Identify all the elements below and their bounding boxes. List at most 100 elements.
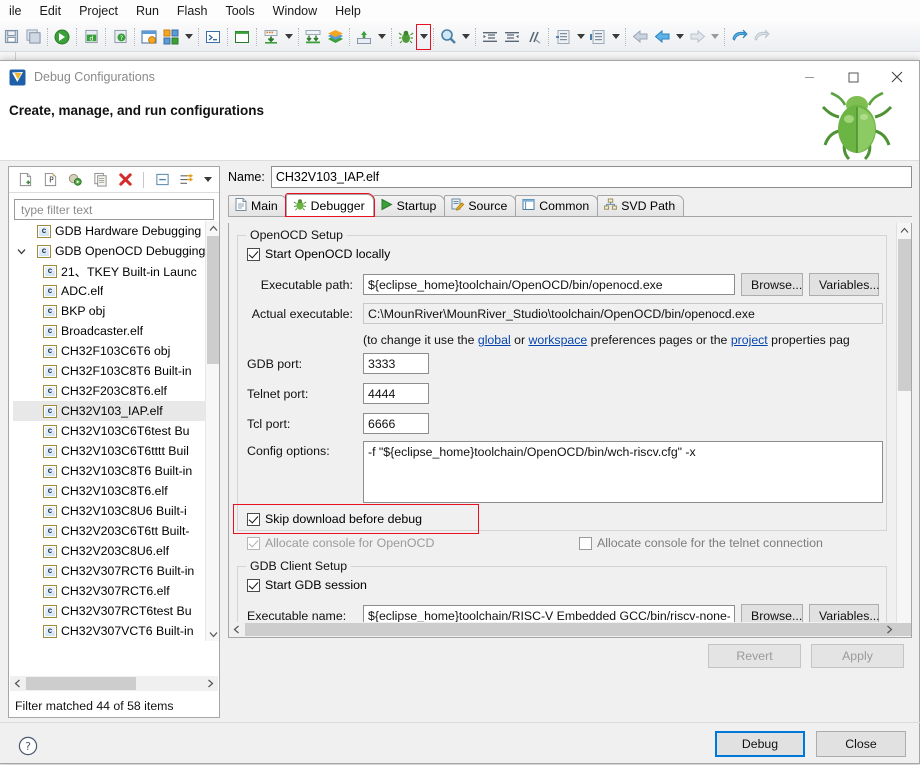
tree-item[interactable]: c CH32V307RCT6.elf bbox=[13, 581, 205, 601]
project-link[interactable]: project bbox=[731, 333, 768, 347]
debug-bug-icon[interactable] bbox=[395, 25, 417, 49]
scroll-down-icon[interactable] bbox=[206, 627, 220, 641]
forward-dropdown-caret[interactable] bbox=[708, 25, 721, 49]
save-icon[interactable] bbox=[0, 25, 22, 49]
download-icon[interactable]: d bbox=[80, 25, 102, 49]
name-input[interactable] bbox=[270, 166, 912, 188]
next-annotation-caret[interactable] bbox=[574, 25, 587, 49]
panel-hscroll-left-icon[interactable] bbox=[229, 622, 244, 637]
collapse-all-icon[interactable] bbox=[151, 169, 173, 190]
hscroll-left-icon[interactable] bbox=[10, 676, 25, 691]
tree-item[interactable]: c CH32V307RCT6test Bu bbox=[13, 601, 205, 621]
export-icon[interactable] bbox=[64, 169, 86, 190]
hscroll-right-icon[interactable] bbox=[203, 676, 218, 691]
menu-item-file[interactable]: ile bbox=[0, 2, 31, 20]
tree-vertical-scrollbar[interactable] bbox=[205, 221, 219, 641]
terminal-icon[interactable] bbox=[202, 25, 224, 49]
panel-vertical-scrollbar[interactable] bbox=[896, 223, 911, 637]
tree-horizontal-scrollbar[interactable] bbox=[10, 676, 218, 691]
indent-icon[interactable] bbox=[479, 25, 501, 49]
tree-item[interactable]: c CH32V103C8T6 Built-in bbox=[13, 461, 205, 481]
revert-button[interactable]: Revert bbox=[708, 644, 801, 668]
debug-button[interactable]: Debug bbox=[715, 731, 805, 757]
menu-item-flash[interactable]: Flash bbox=[168, 2, 217, 20]
perspective-dropdown-caret[interactable] bbox=[182, 25, 195, 49]
tree-item[interactable]: c CH32F203C8T6.elf bbox=[13, 381, 205, 401]
compile-icon[interactable] bbox=[138, 25, 160, 49]
tab-startup[interactable]: Startup bbox=[372, 195, 446, 216]
config-options-textarea[interactable]: -f "${eclipse_home}toolchain/OpenOCD/bin… bbox=[363, 441, 883, 503]
filter-input-wrap[interactable] bbox=[14, 199, 214, 220]
panel-horizontal-scrollbar[interactable] bbox=[229, 622, 911, 637]
download-multi-icon[interactable] bbox=[302, 25, 324, 49]
perspective-icon[interactable] bbox=[160, 25, 182, 49]
apply-button[interactable]: Apply bbox=[811, 644, 904, 668]
view-menu-caret[interactable] bbox=[201, 168, 214, 192]
back-dropdown-caret[interactable] bbox=[673, 25, 686, 49]
tree-item[interactable]: c CH32V103_IAP.elf bbox=[13, 401, 205, 421]
tree-item[interactable]: c CH32F103C8T6 Built-in bbox=[13, 361, 205, 381]
menu-item-help[interactable]: Help bbox=[326, 2, 370, 20]
panel-hscroll-thumb[interactable] bbox=[245, 623, 911, 636]
tab-common[interactable]: Common bbox=[515, 195, 599, 216]
run-dropdown-caret[interactable] bbox=[459, 25, 472, 49]
prev-annotation-icon[interactable] bbox=[587, 25, 609, 49]
new-prototype-icon[interactable]: P bbox=[39, 169, 61, 190]
run-icon[interactable] bbox=[437, 25, 459, 49]
info-icon[interactable]: ? bbox=[109, 25, 131, 49]
configurations-tree[interactable]: c GDB Hardware Debugging c GDB OpenOCD Debu… bbox=[13, 221, 205, 641]
filter-input[interactable] bbox=[19, 201, 209, 218]
global-link[interactable]: global bbox=[478, 333, 511, 347]
upload-dropdown-caret[interactable] bbox=[375, 25, 388, 49]
tree-item[interactable]: c Broadcaster.elf bbox=[13, 321, 205, 341]
panel-scroll-up-icon[interactable] bbox=[897, 223, 911, 237]
tree-item[interactable]: c BKP obj bbox=[13, 301, 205, 321]
tree-item[interactable]: c GDB Hardware Debugging bbox=[13, 221, 205, 241]
forward-icon[interactable] bbox=[686, 25, 708, 49]
tcl-port-input[interactable] bbox=[363, 413, 429, 434]
scroll-up-icon[interactable] bbox=[206, 221, 220, 235]
tree-item[interactable]: c CH32V103C8T6.elf bbox=[13, 481, 205, 501]
download-flash-icon[interactable] bbox=[260, 25, 282, 49]
tree-item[interactable]: c CH32V103C8U6 Built-i bbox=[13, 501, 205, 521]
duplicate-icon[interactable] bbox=[89, 169, 111, 190]
panel-hscroll-right-icon[interactable] bbox=[882, 622, 897, 637]
tree-item[interactable]: c 21、TKEY Built-in Launc bbox=[13, 261, 205, 281]
upload-icon[interactable] bbox=[353, 25, 375, 49]
start-openocd-locally-checkbox[interactable]: Start OpenOCD locally bbox=[247, 247, 390, 261]
tree-item[interactable]: c CH32F103C6T6 obj bbox=[13, 341, 205, 361]
menu-item-project[interactable]: Project bbox=[70, 2, 127, 20]
tab-debugger[interactable]: Debugger bbox=[284, 193, 375, 217]
allocate-console-telnet-checkbox[interactable]: Allocate console for the telnet connecti… bbox=[579, 536, 823, 550]
menu-item-window[interactable]: Window bbox=[264, 2, 326, 20]
start-gdb-session-checkbox[interactable]: Start GDB session bbox=[247, 578, 367, 592]
new-config-icon[interactable] bbox=[14, 169, 36, 190]
dialog-title-bar[interactable]: Debug Configurations bbox=[0, 61, 919, 93]
console-icon[interactable] bbox=[231, 25, 253, 49]
menu-item-tools[interactable]: Tools bbox=[216, 2, 263, 20]
prev-annotation-caret[interactable] bbox=[609, 25, 622, 49]
executable-path-input[interactable] bbox=[363, 274, 735, 295]
allocate-console-openocd-checkbox[interactable]: Allocate console for OpenOCD bbox=[247, 536, 434, 550]
delete-icon[interactable] bbox=[114, 169, 136, 190]
back-icon[interactable] bbox=[629, 25, 651, 49]
tree-hscroll-thumb[interactable] bbox=[26, 677, 136, 690]
back-nav-icon[interactable] bbox=[651, 25, 673, 49]
tree-scroll-thumb[interactable] bbox=[207, 236, 219, 364]
tree-item[interactable]: c CH32V307VCT6 Built-in bbox=[13, 621, 205, 641]
save-all-icon[interactable] bbox=[22, 25, 44, 49]
tab-main[interactable]: Main bbox=[228, 195, 287, 216]
tab-svd-path[interactable]: SVD Path bbox=[597, 195, 685, 216]
tree-item[interactable]: c CH32V103C6T6tttt Buil bbox=[13, 441, 205, 461]
close-button[interactable]: Close bbox=[816, 731, 906, 757]
tab-source[interactable]: Source bbox=[444, 195, 517, 216]
download-dropdown-caret[interactable] bbox=[282, 25, 295, 49]
help-icon[interactable]: ? bbox=[18, 736, 38, 756]
filter-icon[interactable] bbox=[176, 169, 198, 190]
chevron-down-icon[interactable] bbox=[15, 248, 29, 255]
openocd-browse-button[interactable]: Browse... bbox=[741, 273, 803, 296]
workspace-link[interactable]: workspace bbox=[528, 333, 587, 347]
openocd-variables-button[interactable]: Variables... bbox=[809, 273, 880, 296]
comment-icon[interactable] bbox=[523, 25, 545, 49]
last-edit2-icon[interactable] bbox=[750, 25, 772, 49]
